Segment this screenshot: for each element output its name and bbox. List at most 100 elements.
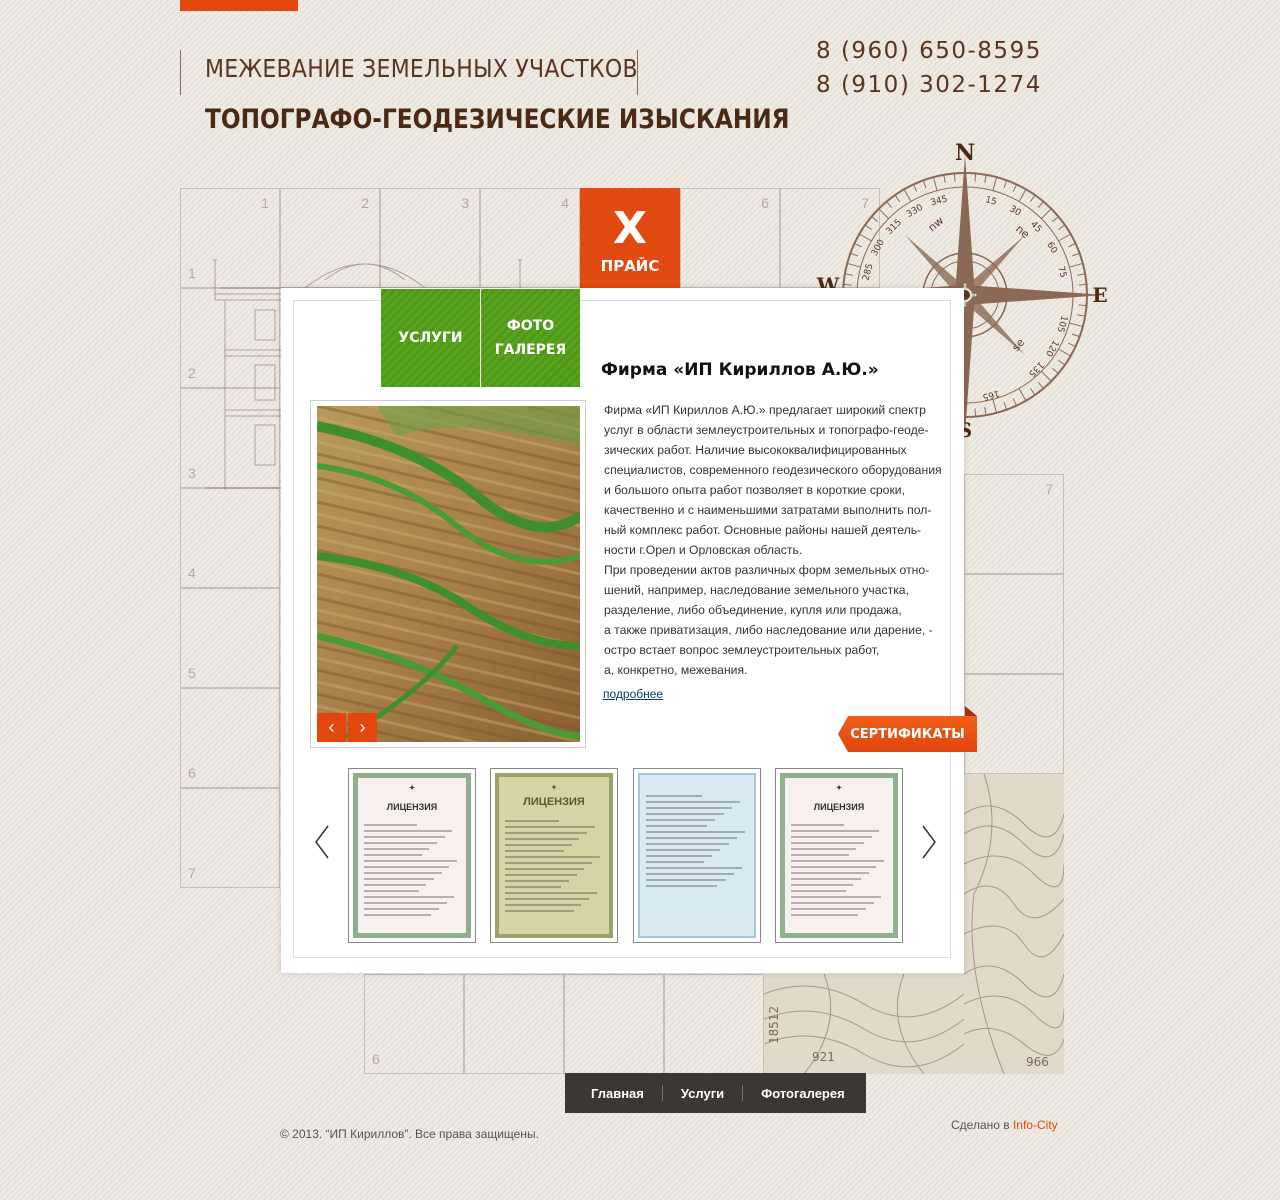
compass-nw-label: nw [926,214,947,234]
company-description: Фирма «ИП Кириллов А.Ю.» предлагает широ… [604,400,942,680]
certificate-thumb-4[interactable]: ✦ ЛИЦЕНЗИЯ [775,768,903,943]
grid-cell [664,974,764,1074]
tab-services-label: УСЛУГИ [398,330,463,346]
phone-number-2[interactable]: 8 (910) 302-1274 [816,72,1042,98]
grid-cell: 4 [180,488,280,588]
cert-text-lines [785,812,893,916]
company-title: Фирма «ИП Кириллов А.Ю.» [601,360,879,380]
desc-line: шений, например, наследование земельного… [604,583,909,597]
cert-text-lines [640,783,754,887]
grid-cell: 7 [964,474,1064,574]
bottom-navigation: Главная Услуги Фотогалерея [565,1073,866,1113]
topo-label-18512: 18512 [767,1006,781,1044]
compass-degree-label: 120 [1043,338,1060,358]
grid-cell [564,974,664,1074]
grid-number: 7 [1045,481,1053,497]
desc-line: ности г.Орел и Орловская область. [604,543,803,557]
tab-photo-gallery[interactable]: ФОТО ГАЛЕРЕЯ [481,289,580,387]
cert-title: ЛИЦЕНЗИЯ [523,796,585,808]
desc-line: разделение, либо объединение, купля или … [604,603,902,617]
compass-degree-label: 315 [885,218,904,237]
compass-n-label: N [955,140,975,166]
desc-line: зических работ. Наличие высококвалифицир… [604,443,907,457]
certs-next-arrow-icon[interactable] [919,822,939,862]
compass-degree-label: 15 [984,195,998,208]
grid-number: 1 [188,265,196,281]
topo-label-921: 921 [812,1050,835,1064]
grid-cell [964,574,1064,674]
nav-item-home[interactable]: Главная [565,1086,662,1101]
topo-label-966: 966 [1026,1055,1049,1069]
grid-number: 1 [261,195,269,211]
cert-emblem-icon: ✦ [409,785,415,792]
certificates-button[interactable]: СЕРТИФИКАТЫ [838,716,977,752]
compass-degree-label: 60 [1044,241,1059,256]
compass-se-label: se [1009,336,1027,354]
site-title-line1: МЕЖЕВАНИЕ ЗЕМЕЛЬНЫХ УЧАСТКОВ [205,54,638,83]
grid-cell: 5 [180,588,280,688]
desc-line: При проведении актов различных форм земе… [604,563,930,577]
grid-number: 3 [188,465,196,481]
desc-line: а, конкретно, межевания. [604,663,748,677]
compass-degree-label: 75 [1055,265,1068,279]
grid-cell [464,974,564,1074]
certs-prev-arrow-icon[interactable] [312,822,332,862]
made-by-prefix: Сделано в [951,1118,1013,1132]
grid-cell: 7 [180,788,280,888]
price-button-label: ПРАЙС [600,257,660,275]
compass-degree-label: 30 [1008,204,1023,219]
compass-degree-label: 135 [1026,359,1045,378]
tab-photo-gallery-label: ФОТО ГАЛЕРЕЯ [494,318,567,358]
slider-next-button[interactable]: › [348,713,377,742]
cert-text-lines [499,808,609,912]
grid-number: 3 [461,195,469,211]
compass-degree-label: 330 [905,203,925,220]
cert-title: ЛИЦЕНЗИЯ [813,802,865,812]
certificate-thumb-2[interactable]: ✦ ЛИЦЕНЗИЯ [490,768,618,943]
chevron-left-icon: ‹ [328,717,335,737]
grid-number: 6 [372,1051,380,1067]
certificate-thumb-1[interactable]: ✦ ЛИЦЕНЗИЯ [348,768,476,943]
grid-number: 5 [188,665,196,681]
grid-number: 4 [188,565,196,581]
footer-made-by: Сделано в Info-City [951,1118,1058,1132]
tab-services[interactable]: УСЛУГИ [381,289,480,387]
desc-line: качественно и с наименьшими затратами вы… [604,503,932,517]
nav-item-services[interactable]: Услуги [663,1086,742,1101]
desc-line: ный комплекс работ. Основные районы наше… [604,523,922,537]
topo-map-decoration-right: 966 [964,774,1064,1074]
grid-number: 6 [188,765,196,781]
grid-cell: 6 [680,188,780,288]
grid-number: 6 [761,195,769,211]
phone-number-1[interactable]: 8 (960) 650-8595 [816,38,1042,64]
made-by-link[interactable]: Info-City [1013,1118,1058,1132]
desc-line: остро встает вопрос землеустроительных р… [604,643,880,657]
certificate-thumb-3[interactable] [633,768,761,943]
grid-number: 7 [188,865,196,881]
field-photo [317,406,580,742]
compass-degree-label: 300 [870,238,887,258]
price-button[interactable]: Х ПРАЙС [580,188,680,288]
chevron-right-icon: › [359,717,366,737]
topo-map-decoration-bottom: 921 18512 [764,974,964,1074]
cert-ribbon-fold [965,706,977,716]
desc-line: услуг в области землеустроительных и топ… [604,423,929,437]
grid-cell [964,674,1064,774]
grid-number: 2 [188,365,196,381]
more-link[interactable]: подробнее [603,687,663,701]
grid-cell: 6 [180,688,280,788]
compass-degree-label: 285 [861,263,875,282]
nav-item-photogallery[interactable]: Фотогалерея [743,1086,863,1101]
site-title-line2: ТОПОГРАФО-ГЕОДЕЗИЧЕСКИЕ ИЗЫСКАНИЯ [205,104,790,135]
desc-line: специалистов, современного геодезическог… [604,463,942,477]
grid-cell: 6 [364,974,464,1074]
desc-line: а также приватизация, либо наследование … [604,623,933,637]
cert-emblem-icon: ✦ [836,785,842,792]
price-x-icon: Х [613,203,647,254]
desc-line: Фирма «ИП Кириллов А.Ю.» предлагает широ… [604,403,926,417]
top-accent-bar [180,0,298,11]
desc-line: и большого опыта работ позволяет в корот… [604,483,905,497]
slider-prev-button[interactable]: ‹ [317,713,346,742]
compass-e-label: E [1092,283,1107,307]
grid-number: 2 [361,195,369,211]
